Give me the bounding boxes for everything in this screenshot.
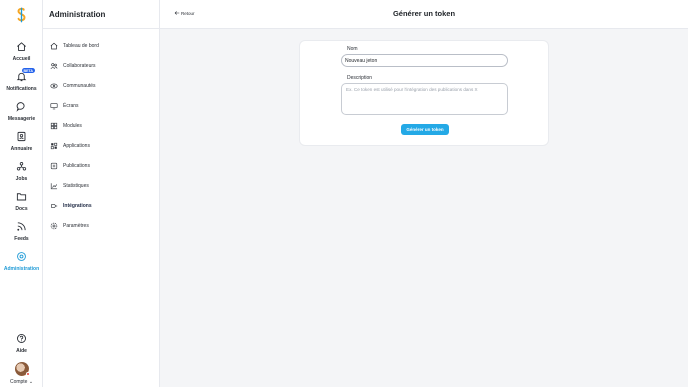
rail-item-docs[interactable]: Docs	[0, 189, 43, 212]
account-menu[interactable]: Compte ⌄	[0, 362, 43, 385]
sidebar-item-applications[interactable]: Applications	[50, 140, 90, 152]
rail-label: Jobs	[15, 176, 28, 182]
rail-item-notifications[interactable]: BETA Notifications	[0, 68, 43, 92]
rail-item-aide[interactable]: Aide	[0, 331, 43, 354]
description-textarea[interactable]: Ex. Ce token est utilisé pour l'intégrat…	[341, 83, 508, 115]
page-header: Retour Générer un token	[160, 0, 688, 29]
sidebar-item-label: Paramètres	[63, 223, 89, 229]
sidebar-item-label: Écrans	[63, 103, 79, 109]
community-icon	[50, 83, 58, 89]
sidebar-item-label: Intégrations	[63, 203, 92, 209]
beta-badge: BETA	[21, 68, 36, 73]
directory-icon	[15, 129, 29, 143]
rail-label: Accueil	[12, 56, 31, 62]
rail-label: Aide	[16, 348, 27, 354]
rail-label: Notifications	[6, 86, 37, 92]
sidebar-item-tableau-de-bord[interactable]: Tableau de bord	[50, 40, 99, 52]
users-icon	[50, 63, 58, 70]
screen-icon	[50, 103, 58, 110]
sidebar-item-collaborateurs[interactable]: Collaborateurs	[50, 60, 96, 72]
chat-icon	[15, 99, 29, 113]
sidebar-item-statistiques[interactable]: Statistiques	[50, 180, 89, 192]
settings-icon	[50, 222, 58, 230]
avatar	[14, 362, 30, 376]
logo-icon	[17, 7, 26, 23]
rail-label: Docs	[15, 206, 28, 212]
apps-icon	[50, 142, 58, 150]
sidebar-item-ecrans[interactable]: Écrans	[50, 100, 79, 112]
sidebar-item-label: Tableau de bord	[63, 43, 99, 49]
publications-icon	[50, 162, 58, 170]
sidebar-item-label: Communautés	[63, 83, 96, 89]
name-input[interactable]: Nouveau jeton	[341, 54, 508, 67]
description-label: Description	[347, 75, 373, 81]
sidebar-item-label: Collaborateurs	[63, 63, 96, 69]
name-label: Nom	[347, 46, 358, 52]
rss-icon	[15, 219, 29, 233]
rail-label: Messagerie	[7, 116, 36, 122]
app-rail: Accueil BETA Notifications Messagerie An…	[0, 0, 43, 387]
dashboard-icon	[50, 42, 58, 50]
modules-icon	[50, 122, 58, 130]
account-label: Compte ⌄	[9, 379, 34, 385]
app-logo[interactable]	[0, 6, 43, 24]
sidebar-item-label: Applications	[63, 143, 90, 149]
sidebar-item-publications[interactable]: Publications	[50, 160, 90, 172]
sidebar-header: Administration	[43, 0, 159, 29]
sidebar-item-label: Statistiques	[63, 183, 89, 189]
rail-item-accueil[interactable]: Accueil	[0, 39, 43, 62]
token-form-card: Nom Nouveau jeton Description Ex. Ce tok…	[299, 40, 549, 146]
sidebar-item-integrations[interactable]: Intégrations	[50, 200, 92, 212]
rail-item-feeds[interactable]: Feeds	[0, 219, 43, 242]
sidebar-item-label: Publications	[63, 163, 90, 169]
page-title: Générer un token	[392, 9, 456, 18]
stats-icon	[50, 183, 58, 190]
rail-item-annuaire[interactable]: Annuaire	[0, 129, 43, 152]
rail-item-administration[interactable]: Administration	[0, 249, 43, 272]
rail-label: Annuaire	[10, 146, 33, 152]
rail-label: Feeds	[14, 236, 29, 242]
integrations-icon	[51, 204, 58, 208]
home-icon	[15, 39, 29, 53]
bell-icon: BETA	[15, 68, 36, 83]
status-dot	[25, 372, 30, 376]
sidebar-item-label: Modules	[63, 123, 82, 129]
rail-item-messagerie[interactable]: Messagerie	[0, 99, 43, 122]
rail-label: Administration	[3, 266, 40, 272]
sidebar-item-modules[interactable]: Modules	[50, 120, 82, 132]
admin-icon	[15, 249, 29, 263]
sidebar-title: Administration	[49, 9, 106, 19]
admin-sidebar: Administration Tableau de bord Collabora…	[43, 0, 160, 387]
sidebar-item-communautes[interactable]: Communautés	[50, 80, 96, 92]
folder-icon	[15, 189, 29, 203]
help-icon	[15, 331, 29, 345]
jobs-icon	[15, 159, 29, 173]
sidebar-item-parametres[interactable]: Paramètres	[50, 220, 89, 232]
generate-token-button[interactable]: Générer un token	[401, 124, 449, 135]
rail-item-jobs[interactable]: Jobs	[0, 159, 43, 182]
